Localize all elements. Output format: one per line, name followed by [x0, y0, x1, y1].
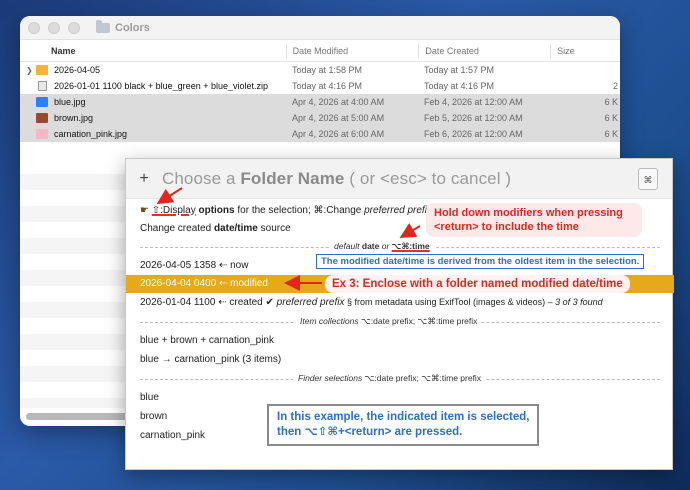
file-row[interactable]: carnation_pink.jpg Apr 4, 2026 at 6:00 A… — [20, 126, 620, 142]
option-now[interactable]: 2026-04-05 1358 ⇠ now — [140, 260, 248, 271]
file-size: 6 K — [604, 129, 618, 139]
file-row[interactable]: blue.jpg Apr 4, 2026 at 4:00 AM Feb 4, 2… — [20, 94, 620, 110]
column-date-created[interactable]: Date Created — [418, 43, 550, 58]
checkmark-icon: ✔ — [265, 297, 274, 308]
prompt-input[interactable]: Choose a Folder Name ( or <esc> to cance… — [162, 169, 511, 189]
folder-icon — [96, 19, 110, 33]
hint-line: ☛ ⇧:Display options for the selection; ⌘… — [140, 205, 432, 216]
horizontal-scrollbar[interactable] — [26, 413, 136, 420]
file-modified: Apr 4, 2026 at 4:00 AM — [292, 97, 385, 107]
disclosure-triangle-icon[interactable]: ❯ — [26, 66, 36, 75]
separator-label: Item collections ⌥:date prefix; ⌥⌘:time … — [296, 316, 482, 327]
file-modified: Today at 1:58 PM — [292, 65, 363, 75]
column-name[interactable]: Name — [20, 44, 286, 58]
separator-label: Finder selections ⌥:date prefix; ⌥⌘:time… — [294, 373, 486, 384]
file-size: 6 K — [604, 113, 618, 123]
file-modified: Apr 4, 2026 at 5:00 AM — [292, 113, 385, 123]
example-three-callout: Ex 3: Enclose with a folder named modifi… — [325, 275, 630, 293]
file-name: blue.jpg — [54, 97, 86, 107]
add-button[interactable]: + — [126, 170, 162, 188]
file-created: Feb 6, 2026 at 12:00 AM — [424, 129, 523, 139]
image-thumbnail-icon — [36, 129, 48, 139]
pointing-hand-icon: ☛ — [140, 205, 152, 216]
file-name: 2026-04-05 — [54, 65, 101, 75]
file-row[interactable]: brown.jpg Apr 4, 2026 at 5:00 AM Feb 5, … — [20, 110, 620, 126]
file-created: Today at 1:57 PM — [424, 65, 495, 75]
prompt-header: + Choose a Folder Name ( or <esc> to can… — [126, 159, 672, 199]
example-note-callout: In this example, the indicated item is s… — [267, 404, 540, 446]
column-size[interactable]: Size — [550, 43, 620, 58]
file-modified: Today at 4:16 PM — [292, 81, 363, 91]
collection-option[interactable]: blue → carnation_pink (3 items) — [140, 354, 281, 365]
folder-icon — [36, 65, 48, 75]
zoom-button[interactable] — [68, 21, 80, 34]
file-created: Feb 4, 2026 at 12:00 AM — [424, 97, 523, 107]
option-created[interactable]: 2026-01-04 1100 ⇠ created ✔ preferred pr… — [140, 297, 603, 308]
image-thumbnail-icon — [36, 113, 48, 123]
selection-option[interactable]: blue — [140, 392, 159, 403]
selection-option[interactable]: carnation_pink — [140, 430, 205, 441]
change-source-option[interactable]: Change created date/time source — [140, 223, 291, 234]
finder-titlebar: Colors — [20, 16, 620, 40]
selection-option[interactable]: brown — [140, 411, 167, 422]
file-name: brown.jpg — [54, 113, 94, 123]
file-name: 2026-01-01 1100 black + blue_green + blu… — [54, 81, 268, 91]
hold-modifiers-callout: Hold down modifiers when pressing <retur… — [426, 203, 642, 237]
file-created: Feb 5, 2026 at 12:00 AM — [424, 113, 523, 123]
derived-date-callout: The modified date/time is derived from t… — [316, 254, 645, 269]
minimize-button[interactable] — [48, 21, 60, 34]
file-row[interactable]: 2026-01-01 1100 black + blue_green + blu… — [20, 78, 620, 94]
file-created: Today at 4:16 PM — [424, 81, 495, 91]
file-size: 2 — [612, 81, 618, 91]
script-app-icon: ⌘ — [638, 168, 658, 190]
option-modified[interactable]: 2026-04-04 0400 ⇠ modified — [140, 278, 268, 289]
window-title: Colors — [115, 21, 150, 34]
file-name: carnation_pink.jpg — [54, 129, 128, 139]
column-date-modified[interactable]: Date Modified — [285, 43, 419, 58]
zip-archive-icon — [38, 81, 47, 91]
file-size: 6 K — [604, 97, 618, 107]
file-modified: Apr 4, 2026 at 6:00 AM — [292, 129, 385, 139]
column-headers: Name Date Modified Date Created Size — [20, 40, 620, 62]
image-thumbnail-icon — [36, 97, 48, 107]
file-row[interactable]: ❯ 2026-04-05 Today at 1:58 PM Today at 1:… — [20, 62, 620, 78]
collection-option[interactable]: blue + brown + carnation_pink — [140, 335, 274, 346]
separator-label: default date or ⌥⌘:time — [330, 241, 434, 252]
close-button[interactable] — [28, 21, 40, 34]
